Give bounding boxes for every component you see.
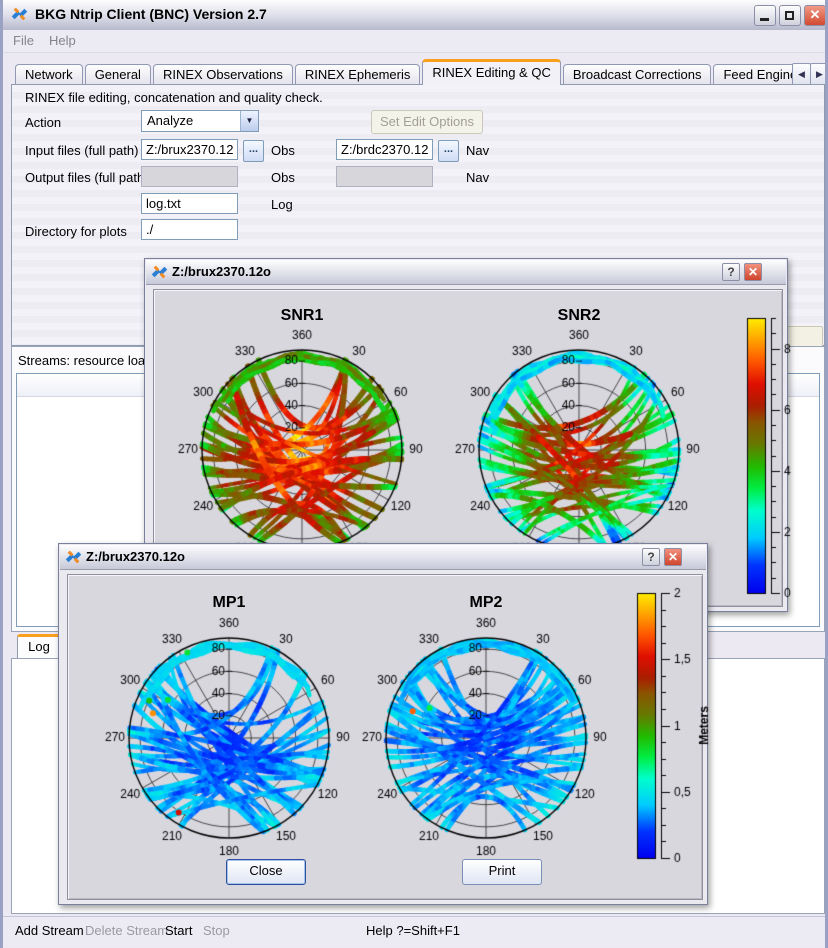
print-plot-button[interactable]: Print	[462, 859, 542, 885]
chevron-down-icon[interactable]: ▼	[240, 111, 258, 131]
set-edit-options-button[interactable]: Set Edit Options	[371, 110, 483, 134]
nav-label-2: Nav	[466, 170, 489, 185]
application-window: BKG Ntrip Client (BNC) Version 2.7 ✕ Fil…	[0, 0, 828, 948]
dialog-close-button[interactable]: ✕	[744, 263, 762, 281]
browse-nav-button[interactable]: ...	[438, 140, 459, 162]
maximize-icon	[785, 11, 794, 20]
menu-file[interactable]: File	[13, 33, 34, 48]
output-obs-field[interactable]	[141, 166, 238, 187]
tab-rinex-editing-qc[interactable]: RINEX Editing & QC	[422, 59, 561, 85]
output-nav-field[interactable]	[336, 166, 433, 187]
bottom-action-add-stream[interactable]: Add Stream	[15, 923, 84, 938]
app-logo-icon	[11, 6, 28, 23]
action-label: Action	[25, 115, 61, 130]
close-button[interactable]: ✕	[804, 5, 826, 26]
help-shortcut-label: Help ?=Shift+F1	[366, 923, 460, 938]
browse-obs-button[interactable]: ...	[243, 140, 264, 162]
bottom-action-start[interactable]: Start	[165, 923, 192, 938]
skyplot-mp1	[99, 606, 359, 866]
minimize-icon	[760, 18, 769, 21]
dialog-snr-titlebar[interactable]: Z:/brux2370.12o ? ✕	[146, 260, 786, 285]
action-combobox-value: Analyze	[147, 113, 193, 128]
title-bar[interactable]: BKG Ntrip Client (BNC) Version 2.7 ✕	[3, 0, 828, 31]
bottom-action-bar: Help ?=Shift+F1 Add StreamDelete StreamS…	[3, 916, 828, 946]
input-obs-field[interactable]	[141, 139, 238, 160]
tab-scroll-left-button[interactable]: ◀	[792, 63, 811, 86]
dialog-help-button[interactable]: ?	[722, 263, 740, 281]
tab-rinex-ephemeris[interactable]: RINEX Ephemeris	[295, 64, 420, 85]
dialog-snr-title: Z:/brux2370.12o	[172, 264, 271, 279]
tab-broadcast-corrections[interactable]: Broadcast Corrections	[563, 64, 712, 85]
mp-colorbar	[629, 581, 719, 871]
dialog-logo-icon	[65, 549, 82, 566]
tab-strip: NetworkGeneralRINEX ObservationsRINEX Ep…	[15, 61, 828, 85]
dialog-mp-title: Z:/brux2370.12o	[86, 549, 185, 564]
tab-log[interactable]: Log	[17, 634, 61, 658]
form-intro-text: RINEX file editing, concatenation and qu…	[25, 90, 323, 105]
skyplot-mp2	[356, 606, 616, 866]
minimize-button[interactable]	[754, 5, 776, 26]
bottom-action-delete-stream: Delete Stream	[85, 923, 168, 938]
plots-dir-label: Directory for plots	[25, 224, 127, 239]
bottom-action-stop: Stop	[203, 923, 230, 938]
tab-scroll-right-button[interactable]: ▶	[810, 63, 828, 86]
tab-rinex-observations[interactable]: RINEX Observations	[153, 64, 293, 85]
plots-dir-field[interactable]	[141, 219, 238, 240]
menu-bar: File Help	[3, 30, 828, 53]
tab-general[interactable]: General	[85, 64, 151, 85]
dialog-mp: Z:/brux2370.12o ? ✕ MP1 MP2 Close Print	[58, 543, 708, 905]
tab-network[interactable]: Network	[15, 64, 83, 85]
log-label: Log	[271, 197, 293, 212]
skyplot-snr1	[172, 318, 432, 578]
maximize-button[interactable]	[779, 5, 801, 26]
action-combobox[interactable]: Analyze ▼	[141, 110, 259, 132]
snr-colorbar	[739, 306, 819, 606]
obs-label-2: Obs	[271, 170, 295, 185]
dialog-logo-icon	[151, 264, 168, 281]
dialog-help-button[interactable]: ?	[642, 548, 660, 566]
window-title: BKG Ntrip Client (BNC) Version 2.7	[35, 6, 267, 22]
input-nav-field[interactable]	[336, 139, 433, 160]
close-icon: ✕	[805, 7, 825, 23]
logfile-field[interactable]	[141, 193, 238, 214]
dialog-mp-titlebar[interactable]: Z:/brux2370.12o ? ✕	[60, 545, 706, 570]
menu-help[interactable]: Help	[49, 33, 76, 48]
input-files-label: Input files (full path)	[25, 143, 138, 158]
streams-header: Streams: resource load	[18, 353, 152, 368]
skyplot-snr2	[449, 318, 709, 578]
close-plot-button[interactable]: Close	[226, 859, 306, 885]
dialog-close-button[interactable]: ✕	[664, 548, 682, 566]
nav-label: Nav	[466, 143, 489, 158]
obs-label: Obs	[271, 143, 295, 158]
output-files-label: Output files (full path)	[25, 170, 149, 185]
